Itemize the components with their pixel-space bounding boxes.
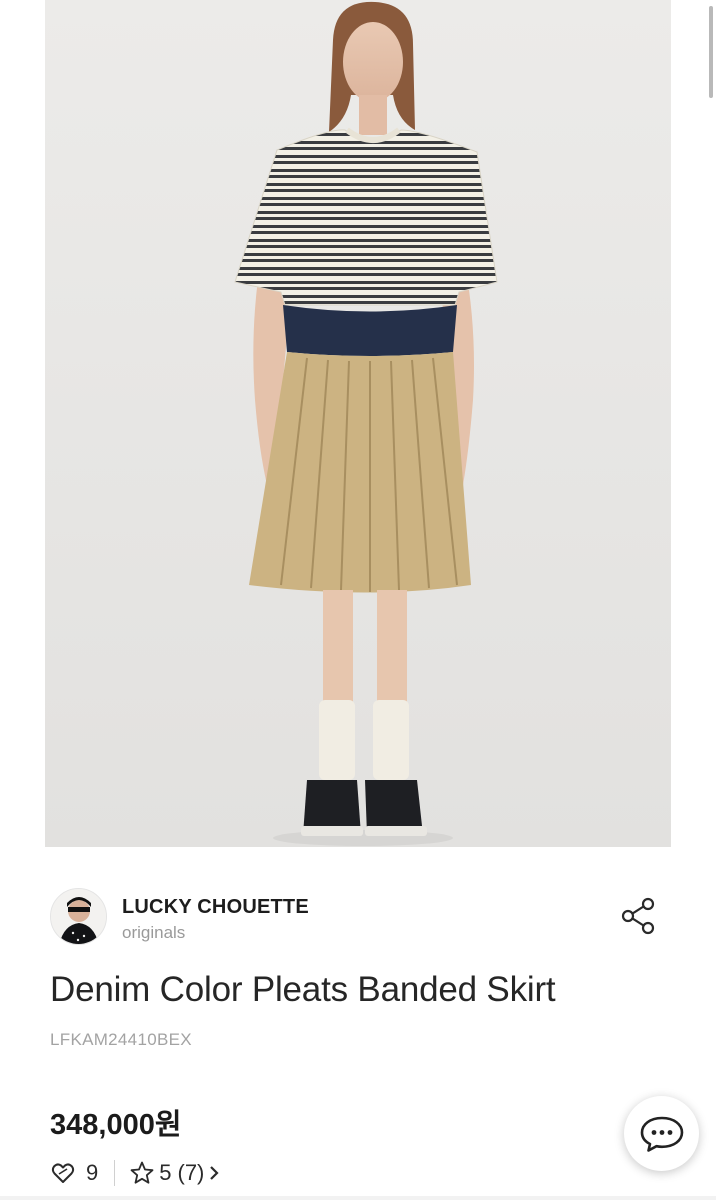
product-image[interactable] (45, 0, 671, 847)
stats-divider (114, 1160, 116, 1186)
chat-button[interactable] (624, 1096, 699, 1171)
rating-value: 5 (159, 1160, 172, 1185)
chat-bubble-icon (639, 1114, 685, 1154)
product-title: Denim Color Pleats Banded Skirt (50, 970, 556, 1009)
stats-row: 9 5 (7) (50, 1157, 220, 1189)
product-price: 348,000원 (50, 1109, 182, 1141)
rating-link[interactable]: 5 (7) (129, 1160, 220, 1186)
bottom-divider (0, 1196, 716, 1200)
seller-subtitle: originals (122, 923, 186, 942)
share-icon[interactable] (618, 895, 660, 937)
scrollbar[interactable] (709, 6, 713, 98)
review-count: (7) (177, 1160, 205, 1185)
seller-avatar[interactable] (50, 888, 107, 945)
heart-icon[interactable] (50, 1160, 76, 1186)
product-code: LFKAM24410BEX (50, 1030, 192, 1049)
seller-row[interactable]: LUCKY CHOUETTE originals (50, 885, 670, 947)
seller-name[interactable]: LUCKY CHOUETTE (122, 896, 309, 919)
chevron-right-icon (208, 1163, 220, 1183)
like-count: 9 (86, 1160, 99, 1185)
star-icon (129, 1160, 155, 1186)
